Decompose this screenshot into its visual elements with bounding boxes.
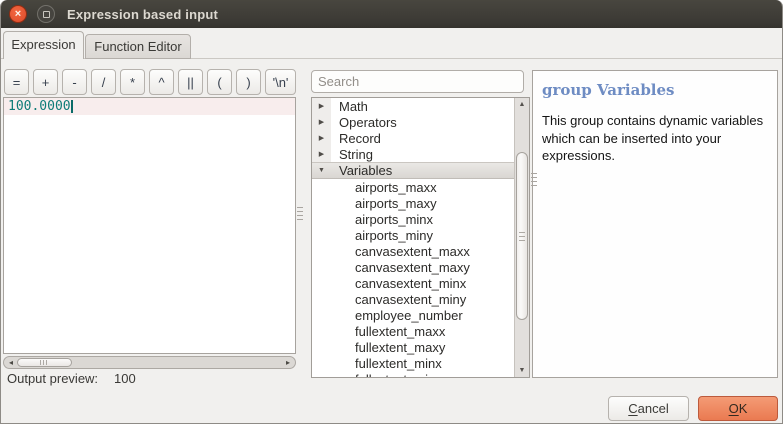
tree-item[interactable]: fullextent_miny <box>312 371 516 378</box>
expander-icon[interactable]: ▶ <box>312 114 331 130</box>
operator-button[interactable]: ( <box>207 69 232 95</box>
output-preview-value: 100 <box>114 371 136 386</box>
tree-item-label: airports_minx <box>355 212 433 227</box>
expression-dialog: × Expression based input Expression Func… <box>0 0 783 424</box>
operator-button[interactable]: * <box>120 69 145 95</box>
cancel-button[interactable]: Cancel <box>608 396 689 421</box>
tree-item[interactable]: airports_miny <box>312 227 516 243</box>
tree-item[interactable]: employee_number <box>312 307 516 323</box>
tree-item-label: Record <box>339 131 381 146</box>
help-panel: group Variables This group contains dyna… <box>532 70 778 378</box>
window-title: Expression based input <box>67 7 218 22</box>
tree-item[interactable]: fullextent_maxx <box>312 323 516 339</box>
function-tree[interactable]: ▶ Math ▶ Operators ▶ Record ▶ String ▼ V… <box>311 97 530 378</box>
expander-icon[interactable]: ▶ <box>312 130 331 146</box>
tree-item-label: canvasextent_maxx <box>355 244 470 259</box>
vscroll-thumb[interactable] <box>516 152 528 320</box>
tree-item-label: Operators <box>339 115 397 130</box>
splitter-handle-right[interactable] <box>531 173 537 186</box>
operator-button[interactable]: ^ <box>149 69 174 95</box>
editor-current-line[interactable]: 100.0000 <box>4 98 295 115</box>
help-body: This group contains dynamic variables wh… <box>542 112 768 165</box>
close-icon: × <box>15 9 21 20</box>
scroll-right-icon[interactable]: ▸ <box>286 357 290 368</box>
tree-item[interactable]: canvasextent_miny <box>312 291 516 307</box>
tree-item-label: String <box>339 147 373 162</box>
tree-item[interactable]: ▶ String <box>312 146 516 162</box>
tree-item[interactable]: ▼ Variables <box>312 162 516 179</box>
tree-vertical-scrollbar[interactable]: ▲ ▼ <box>514 98 529 377</box>
operator-button[interactable]: - <box>62 69 87 95</box>
operator-button[interactable]: ) <box>236 69 261 95</box>
ok-button[interactable]: OK <box>698 396 778 421</box>
output-preview-label: Output preview: <box>7 371 98 386</box>
titlebar: × Expression based input <box>1 0 783 28</box>
tree-item[interactable]: airports_maxx <box>312 179 516 195</box>
tree-item-label: Variables <box>339 163 392 178</box>
tab-expression[interactable]: Expression <box>3 31 84 59</box>
output-preview: Output preview: 100 <box>7 371 136 386</box>
tree-item[interactable]: airports_maxy <box>312 195 516 211</box>
tree-item[interactable]: ▶ Record <box>312 130 516 146</box>
tree-item-label: fullextent_maxy <box>355 340 445 355</box>
tree-item[interactable]: canvasextent_minx <box>312 275 516 291</box>
tree-item-label: employee_number <box>355 308 463 323</box>
tree-item[interactable]: fullextent_maxy <box>312 339 516 355</box>
close-button[interactable]: × <box>9 5 27 23</box>
scroll-up-icon[interactable]: ▲ <box>515 101 529 108</box>
expander-icon[interactable]: ▼ <box>312 163 331 179</box>
text-caret <box>71 100 73 113</box>
tree-item-label: canvasextent_minx <box>355 276 466 291</box>
scroll-left-icon[interactable]: ◂ <box>9 357 13 368</box>
tree-item[interactable]: ▶ Math <box>312 98 516 114</box>
expander-icon[interactable]: ▶ <box>312 146 331 162</box>
operator-button[interactable]: = <box>4 69 29 95</box>
scroll-down-icon[interactable]: ▼ <box>515 367 529 374</box>
search-input[interactable] <box>311 70 524 93</box>
help-title: group Variables <box>542 81 768 99</box>
scroll-grip-icon <box>40 360 49 365</box>
tree-item-label: airports_miny <box>355 228 433 243</box>
operator-button[interactable]: || <box>178 69 203 95</box>
expression-editor[interactable]: 100.0000 <box>3 97 296 354</box>
operator-button[interactable]: / <box>91 69 116 95</box>
tree-item-label: fullextent_miny <box>355 372 442 379</box>
tree-item-label: fullextent_minx <box>355 356 442 371</box>
editor-horizontal-scrollbar[interactable]: ◂ ▸ <box>3 356 296 369</box>
scroll-grip-icon <box>519 232 525 241</box>
tree-item-label: fullextent_maxx <box>355 324 445 339</box>
operator-button[interactable]: '\n' <box>265 69 296 95</box>
tree-item-label: Math <box>339 99 368 114</box>
tree-item[interactable]: canvasextent_maxx <box>312 243 516 259</box>
cancel-label-mnemonic: C <box>628 401 637 416</box>
tree-item[interactable]: airports_minx <box>312 211 516 227</box>
cancel-label-rest: ancel <box>638 401 669 416</box>
tree-item-label: airports_maxx <box>355 180 437 195</box>
splitter-handle-left[interactable] <box>297 207 303 220</box>
tab-function-editor[interactable]: Function Editor <box>85 34 191 59</box>
expander-icon[interactable]: ▶ <box>312 98 331 114</box>
tree-item[interactable]: fullextent_minx <box>312 355 516 371</box>
ok-label-mnemonic: O <box>729 401 739 416</box>
expression-text: 100.0000 <box>8 99 71 114</box>
tree-item-label: canvasextent_miny <box>355 292 466 307</box>
tree-item[interactable]: ▶ Operators <box>312 114 516 130</box>
tree-item-label: canvasextent_maxy <box>355 260 470 275</box>
maximize-button[interactable] <box>37 5 55 23</box>
tree-item[interactable]: canvasextent_maxy <box>312 259 516 275</box>
operator-button-row: =+-/*^||()'\n' <box>4 69 296 95</box>
maximize-icon <box>43 11 50 18</box>
operator-button[interactable]: + <box>33 69 58 95</box>
hscroll-thumb[interactable] <box>17 358 72 367</box>
tree-item-label: airports_maxy <box>355 196 437 211</box>
ok-label-rest: K <box>739 401 748 416</box>
